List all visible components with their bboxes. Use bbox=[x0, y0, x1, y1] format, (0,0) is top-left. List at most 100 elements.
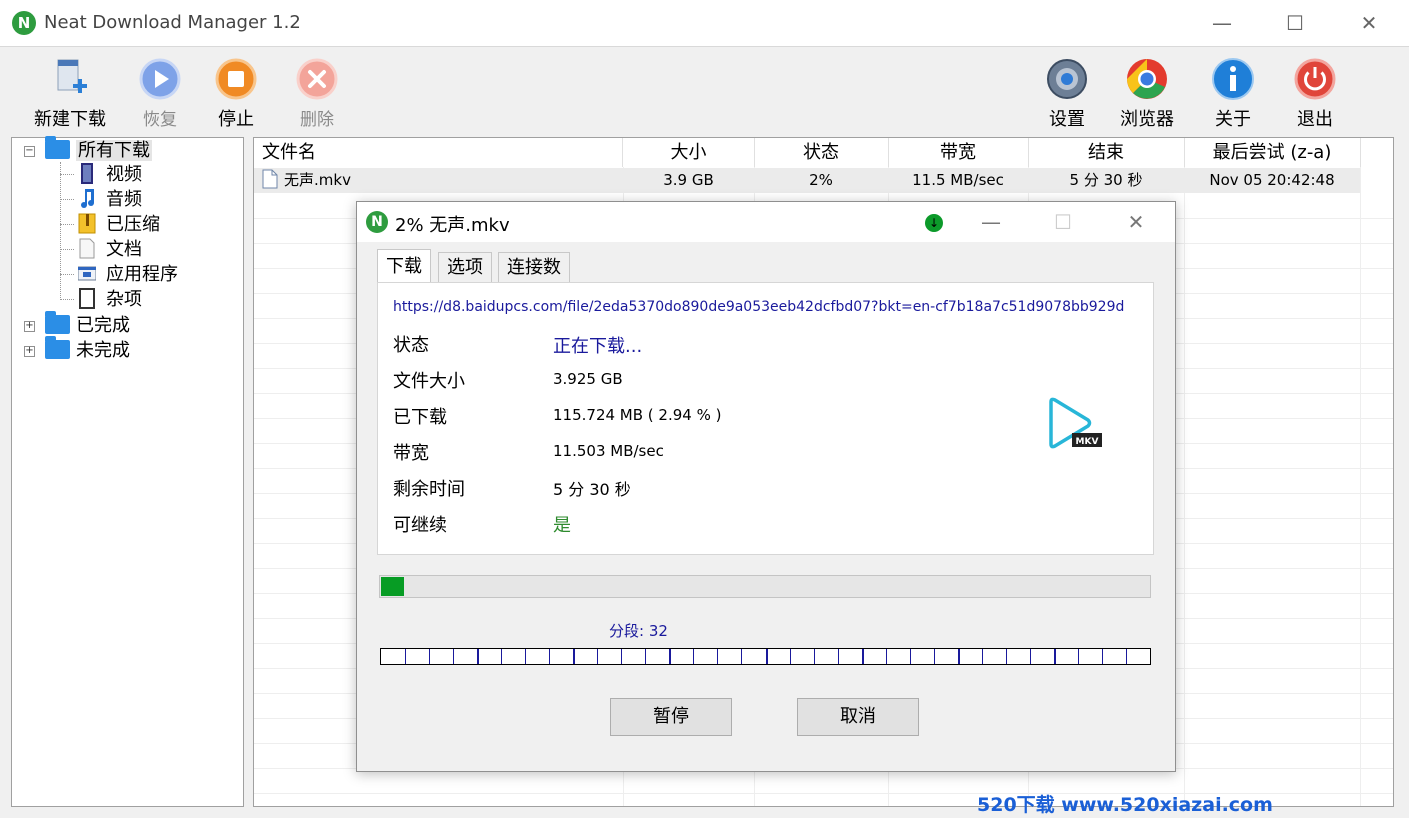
mkv-file-type-icon: MKV bbox=[1049, 397, 1102, 449]
tree-item-all[interactable]: 所有下载 bbox=[45, 136, 152, 163]
progress-bar bbox=[379, 575, 1151, 598]
segment-divider bbox=[838, 649, 839, 664]
segment-divider bbox=[477, 649, 479, 664]
tree-connector bbox=[60, 224, 74, 225]
segment-divider bbox=[790, 649, 791, 664]
segment-divider bbox=[549, 649, 550, 664]
tree-item-label: 应用程序 bbox=[106, 264, 178, 285]
segment-divider bbox=[597, 649, 598, 664]
tab-options[interactable]: 选项 bbox=[438, 252, 492, 283]
tree-connector bbox=[60, 199, 74, 200]
new-download-icon bbox=[57, 59, 87, 93]
segment-divider bbox=[645, 649, 646, 664]
settings-label: 设置 bbox=[1049, 109, 1085, 130]
about-button[interactable]: 关于 bbox=[1191, 53, 1275, 130]
close-button[interactable]: ✕ bbox=[1346, 6, 1392, 40]
grid-line bbox=[1184, 167, 1185, 806]
dialog-minimize-button[interactable]: — bbox=[971, 206, 1011, 238]
dialog-title-bar: N 2% 无声.mkv ↓ — ☐ ✕ bbox=[357, 202, 1175, 242]
new-download-label: 新建下载 bbox=[34, 109, 106, 130]
settings-button[interactable]: 设置 bbox=[1025, 53, 1109, 130]
segment-divider bbox=[910, 649, 911, 664]
gear-icon bbox=[1047, 59, 1087, 99]
segment-divider bbox=[982, 649, 983, 664]
tree-item-video[interactable]: 视频 bbox=[78, 163, 142, 187]
tree-item-programs[interactable]: 应用程序 bbox=[78, 263, 178, 287]
tree-item-incomplete[interactable]: 未完成 bbox=[45, 336, 130, 363]
category-tree: − 所有下载 视频 音频 已压缩 文档 应用程序 杂项 + 已完成 + 未完成 bbox=[11, 136, 244, 807]
segment-divider bbox=[717, 649, 718, 664]
archive-icon bbox=[78, 213, 96, 234]
segment-divider bbox=[1054, 649, 1056, 664]
cell-bandwidth: 11.5 MB/sec bbox=[912, 171, 1004, 189]
segment-divider bbox=[814, 649, 815, 664]
cell-eta: 5 分 30 秒 bbox=[1069, 171, 1143, 189]
cell-status: 2% bbox=[809, 171, 833, 189]
dialog-maximize-button[interactable]: ☐ bbox=[1043, 206, 1083, 238]
resumable-value: 是 bbox=[553, 515, 571, 536]
tree-connector bbox=[60, 249, 74, 250]
segments-bar bbox=[380, 648, 1151, 665]
new-download-button[interactable]: 新建下载 bbox=[28, 53, 112, 130]
collapse-toggle[interactable]: − bbox=[24, 146, 35, 157]
tree-item-audio[interactable]: 音频 bbox=[78, 188, 142, 212]
segment-divider bbox=[621, 649, 622, 664]
resume-button[interactable]: 恢复 bbox=[118, 53, 202, 130]
column-header-status[interactable]: 状态 bbox=[754, 138, 889, 167]
tree-item-label: 文档 bbox=[106, 239, 142, 260]
tree-connector bbox=[60, 174, 74, 175]
tab-connections[interactable]: 连接数 bbox=[498, 252, 570, 283]
stop-button[interactable]: 停止 bbox=[194, 53, 278, 130]
file-size-value: 3.925 GB bbox=[553, 370, 623, 388]
column-header-size[interactable]: 大小 bbox=[623, 138, 755, 167]
file-badge-text: MKV bbox=[1076, 437, 1099, 447]
tab-download[interactable]: 下载 bbox=[377, 249, 431, 284]
cancel-button[interactable]: 取消 bbox=[797, 698, 919, 736]
expand-toggle[interactable]: + bbox=[24, 321, 35, 332]
progress-fill bbox=[381, 577, 404, 596]
info-icon bbox=[1212, 58, 1254, 100]
browser-button[interactable]: 浏览器 bbox=[1105, 53, 1189, 130]
bandwidth-value: 11.503 MB/sec bbox=[553, 442, 664, 460]
tree-item-completed[interactable]: 已完成 bbox=[45, 311, 130, 338]
file-icon bbox=[262, 169, 278, 189]
download-progress-dialog: N 2% 无声.mkv ↓ — ☐ ✕ 下载 选项 连接数 https://d8… bbox=[356, 201, 1176, 772]
delete-button[interactable]: 删除 bbox=[275, 53, 359, 130]
tree-item-label: 杂项 bbox=[106, 289, 142, 310]
about-label: 关于 bbox=[1215, 109, 1251, 130]
toolbar: 新建下载 恢复 停止 删除 设置 浏览器 关于 退出 bbox=[0, 47, 1409, 131]
segment-divider bbox=[669, 649, 671, 664]
bandwidth-label: 带宽 bbox=[393, 443, 429, 464]
segments-label: 分段: 32 bbox=[609, 622, 668, 640]
pause-button[interactable]: 暂停 bbox=[610, 698, 732, 736]
file-size-label: 文件大小 bbox=[393, 371, 465, 392]
dialog-close-button[interactable]: ✕ bbox=[1116, 206, 1156, 238]
downloaded-label: 已下载 bbox=[393, 407, 447, 428]
segment-divider bbox=[693, 649, 694, 664]
segment-divider bbox=[766, 649, 768, 664]
segment-divider bbox=[501, 649, 502, 664]
misc-file-icon bbox=[79, 288, 95, 309]
segment-divider bbox=[1102, 649, 1103, 664]
column-header-last-try[interactable]: 最后尝试 (z-a) bbox=[1184, 138, 1361, 167]
segment-divider bbox=[1030, 649, 1031, 664]
tree-item-documents[interactable]: 文档 bbox=[78, 238, 142, 262]
segment-divider bbox=[886, 649, 887, 664]
tree-item-misc[interactable]: 杂项 bbox=[78, 288, 142, 312]
tree-item-compressed[interactable]: 已压缩 bbox=[78, 213, 160, 237]
column-header-filename[interactable]: 文件名 bbox=[254, 138, 623, 167]
browser-label: 浏览器 bbox=[1120, 109, 1174, 130]
segment-divider bbox=[429, 649, 430, 664]
column-header-eta[interactable]: 结束 bbox=[1028, 138, 1185, 167]
power-icon bbox=[1294, 58, 1336, 100]
segment-divider bbox=[1126, 649, 1127, 664]
cell-filename: 无声.mkv bbox=[262, 168, 351, 193]
maximize-button[interactable]: ☐ bbox=[1272, 6, 1318, 40]
delete-label: 删除 bbox=[300, 110, 334, 130]
tree-item-label: 所有下载 bbox=[76, 140, 152, 161]
column-header-bandwidth[interactable]: 带宽 bbox=[888, 138, 1029, 167]
exit-button[interactable]: 退出 bbox=[1273, 53, 1357, 130]
tree-item-label: 已压缩 bbox=[106, 214, 160, 235]
minimize-button[interactable]: — bbox=[1199, 6, 1245, 40]
expand-toggle[interactable]: + bbox=[24, 346, 35, 357]
